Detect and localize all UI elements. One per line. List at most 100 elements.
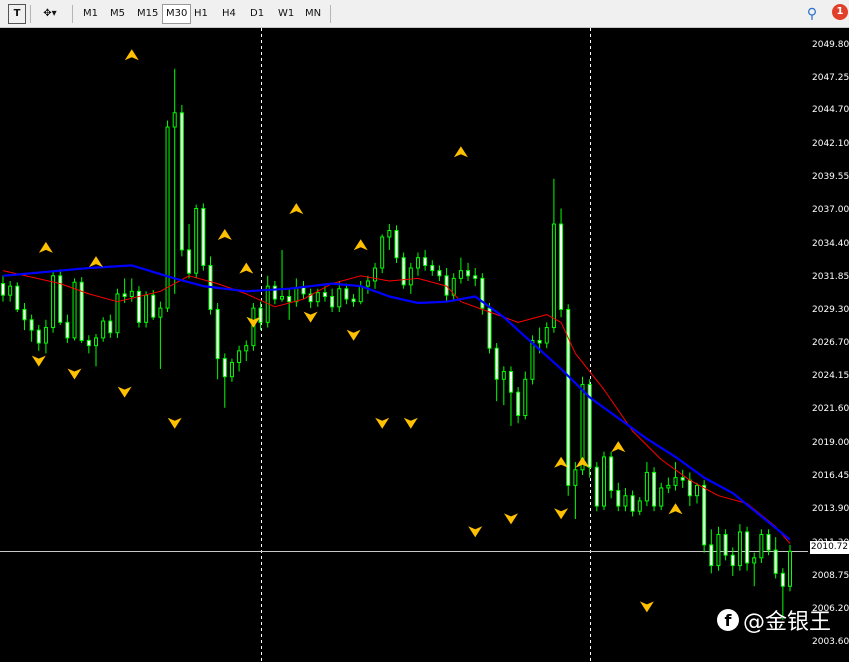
- candle-body: [287, 295, 292, 303]
- candle-body: [788, 550, 792, 587]
- price-axis-label: 2019.00: [812, 437, 849, 448]
- candle-body: [358, 285, 363, 303]
- toolbar-separator: [72, 5, 73, 23]
- candle-body: [222, 358, 227, 378]
- timeframe-d1[interactable]: D1: [247, 4, 267, 24]
- timeframe-mn[interactable]: MN: [302, 4, 324, 24]
- watermark: f @金银王: [717, 604, 831, 636]
- drawing-tools-icon[interactable]: ✥▾: [36, 4, 64, 24]
- candle-body: [380, 236, 385, 269]
- fractal-down-arrow: [167, 417, 182, 429]
- candle-body: [523, 378, 528, 417]
- candle-body: [666, 484, 671, 489]
- candle-body: [172, 112, 177, 128]
- candle-body: [187, 249, 192, 274]
- candle-body: [573, 469, 578, 486]
- candle-body: [716, 534, 721, 567]
- candle-body: [773, 549, 778, 574]
- facebook-icon: f: [717, 609, 739, 631]
- timeframe-h4[interactable]: H4: [219, 4, 239, 24]
- text-tool-icon[interactable]: T: [8, 4, 26, 24]
- fractal-down-arrow: [554, 508, 569, 520]
- price-axis-label: 2037.00: [812, 205, 849, 216]
- candle-body: [344, 288, 349, 300]
- candle-body: [437, 270, 442, 277]
- fractal-up-arrow: [289, 203, 304, 215]
- candle-body: [430, 264, 435, 272]
- candle-body: [43, 327, 48, 344]
- fractal-up-arrow: [124, 49, 139, 61]
- timeframe-m5[interactable]: M5: [107, 4, 128, 24]
- fractal-up-arrow: [668, 503, 683, 515]
- candle-body: [609, 456, 614, 492]
- candle-body: [194, 208, 199, 274]
- candle-body: [709, 544, 714, 567]
- candle-body: [294, 286, 299, 303]
- timeframe-w1[interactable]: W1: [275, 4, 297, 24]
- timeframe-h1[interactable]: H1: [191, 4, 211, 24]
- notification-badge[interactable]: 1: [832, 4, 848, 20]
- candle-body: [415, 257, 420, 269]
- candle-body: [659, 487, 664, 507]
- candle-body: [702, 484, 707, 546]
- candle-body: [766, 534, 771, 551]
- price-axis-label: 2047.25: [812, 72, 849, 83]
- candle-body: [387, 230, 392, 238]
- candle-body: [652, 471, 657, 507]
- price-axis-label: 2026.70: [812, 338, 849, 349]
- candle-body: [179, 112, 184, 251]
- timeframe-m30[interactable]: M30: [162, 4, 192, 24]
- price-axis-label: 2031.85: [812, 271, 849, 282]
- ma-fast-line: [2, 270, 791, 544]
- timeframe-m1[interactable]: M1: [80, 4, 101, 24]
- candle-body: [58, 275, 63, 323]
- candle-body: [544, 327, 549, 344]
- candle-body: [637, 500, 642, 512]
- candle-body: [594, 466, 599, 507]
- candle-body: [487, 307, 492, 349]
- fractal-up-arrow: [554, 456, 569, 468]
- price-axis: 2049.80 2047.25 2044.70 2042.10 2039.55 2037.…: [808, 28, 849, 662]
- candle-body: [730, 554, 735, 567]
- price-axis-label: 2024.15: [812, 371, 849, 382]
- candle-body: [229, 361, 234, 378]
- watermark-text: @金银王: [743, 610, 832, 635]
- candle-body: [687, 479, 692, 497]
- current-price-label: 2010.72: [810, 541, 849, 554]
- candle-body: [301, 286, 306, 295]
- candle-body: [201, 208, 206, 266]
- fractal-down-arrow: [31, 355, 46, 367]
- fractal-up-arrow: [239, 262, 254, 274]
- chart-toolbar: T ✥▾ M1 M5 M15 M30 H1 H4 D1 W1 MN ⚲ 1: [0, 0, 849, 28]
- candle-body: [537, 339, 542, 344]
- candle-body: [215, 308, 220, 360]
- candle-body: [752, 557, 757, 564]
- fractal-down-arrow: [375, 417, 390, 429]
- candle-body: [551, 223, 556, 329]
- candle-body: [72, 281, 77, 339]
- candle-body: [759, 534, 764, 559]
- candle-body: [8, 285, 13, 296]
- candle-body: [516, 391, 521, 417]
- candle-body: [322, 292, 327, 297]
- candle-body: [36, 329, 41, 344]
- timeframe-m15[interactable]: M15: [134, 4, 161, 24]
- candle-body: [394, 230, 399, 259]
- candle-body: [694, 484, 699, 497]
- fractal-down-arrow: [468, 526, 483, 538]
- fractal-down-arrow: [403, 417, 418, 429]
- candle-body: [158, 307, 163, 318]
- candle-body: [337, 288, 342, 308]
- candle-body: [745, 531, 750, 564]
- candle-body: [494, 347, 499, 380]
- candle-body: [237, 350, 242, 363]
- candle-body: [244, 345, 249, 352]
- price-chart[interactable]: [0, 28, 849, 662]
- candle-body: [401, 257, 406, 286]
- candle-body: [29, 319, 34, 331]
- search-icon[interactable]: ⚲: [804, 4, 820, 24]
- candle-body: [508, 371, 513, 393]
- candle-body: [601, 456, 606, 507]
- candle-body: [365, 280, 370, 287]
- candle-body: [680, 477, 685, 481]
